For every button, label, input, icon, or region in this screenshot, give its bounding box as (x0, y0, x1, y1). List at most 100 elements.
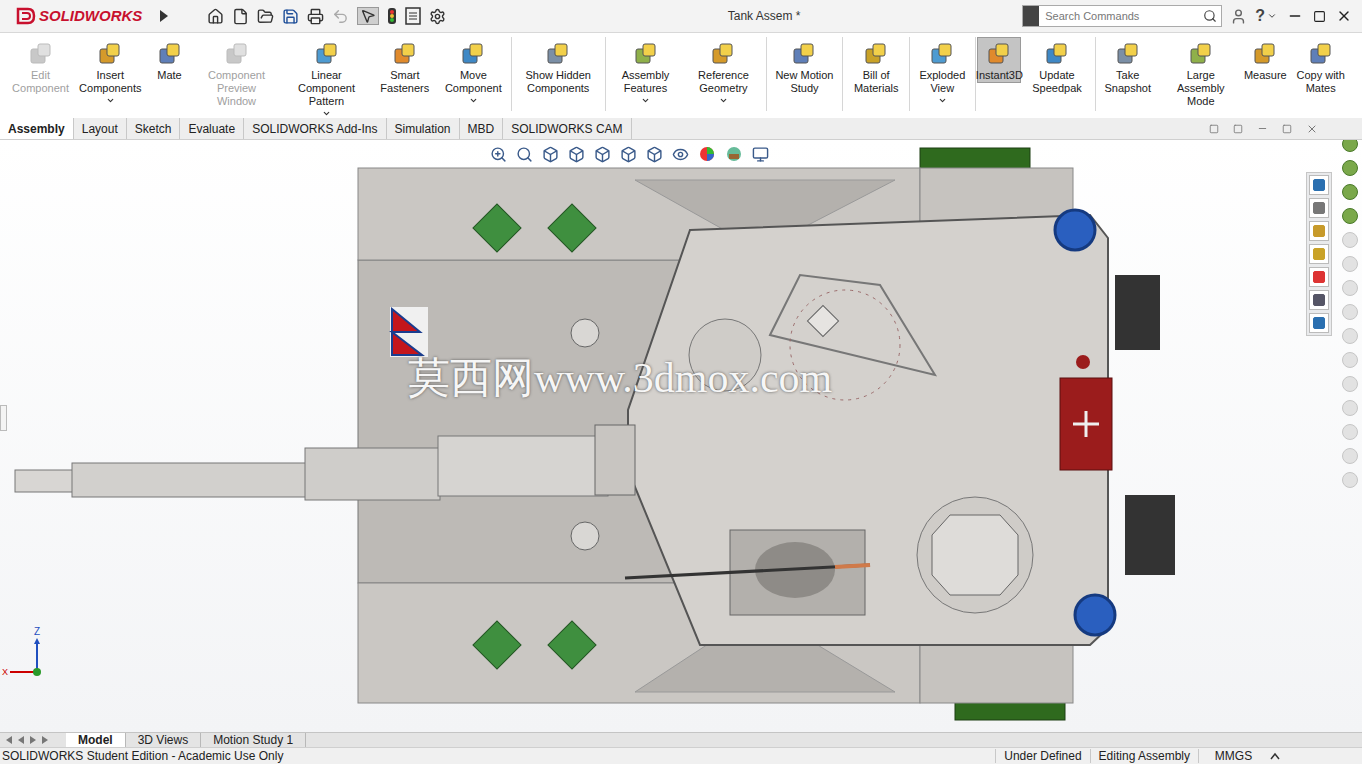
command-tab[interactable]: Simulation (387, 118, 460, 139)
right-toolbar-icon[interactable] (1342, 232, 1358, 248)
bottom-tab[interactable]: Motion Study 1 (201, 733, 306, 747)
ribbon-button[interactable]: Exploded View (912, 37, 973, 106)
command-tab[interactable]: SOLIDWORKS Add-Ins (244, 118, 386, 139)
right-toolbar-icon[interactable] (1342, 304, 1358, 320)
dropdown-arrow-icon[interactable] (469, 96, 478, 105)
ribbon-button[interactable]: Insert Components (73, 37, 147, 106)
left-panel-handle[interactable] (0, 405, 7, 431)
command-tab[interactable]: Sketch (127, 118, 181, 139)
ribbon-button[interactable]: Instant3D (977, 37, 1021, 83)
select-button[interactable] (357, 7, 379, 25)
tank-model[interactable] (0, 140, 1362, 732)
right-toolbar-icon[interactable] (1342, 184, 1358, 200)
ribbon-button[interactable]: Move Component (438, 37, 508, 106)
tab-scroll-icon[interactable] (16, 735, 26, 745)
command-tab[interactable]: Assembly (0, 118, 74, 139)
dropdown-arrow-icon[interactable] (106, 96, 115, 105)
tab-scroll-icon[interactable] (28, 735, 38, 745)
task-pane-tab[interactable] (1309, 313, 1329, 333)
tile-right-icon[interactable] (1233, 124, 1243, 134)
view-settings-icon[interactable] (752, 146, 769, 163)
right-toolbar-icon[interactable] (1342, 208, 1358, 224)
display-style-icon[interactable] (646, 146, 663, 163)
dropdown-arrow-icon[interactable] (938, 96, 947, 105)
ribbon-button[interactable]: Assembly Features (608, 37, 683, 106)
right-toolbar-icon[interactable] (1342, 140, 1358, 152)
right-toolbar-icon[interactable] (1342, 280, 1358, 296)
ribbon-button[interactable]: Mate (148, 37, 192, 83)
rebuild-icon[interactable] (387, 7, 397, 25)
ribbon-button[interactable]: Bill of Materials (845, 37, 907, 96)
ribbon-button[interactable]: New Motion Study (768, 37, 840, 96)
help-button[interactable]: ? (1255, 4, 1265, 28)
ribbon-button[interactable]: Edit Component (8, 37, 73, 96)
home-icon[interactable] (207, 8, 224, 25)
file-properties-icon[interactable] (405, 7, 421, 25)
appearance-icon[interactable] (698, 145, 716, 163)
new-document-icon[interactable] (232, 8, 249, 25)
command-tab[interactable]: Layout (74, 118, 127, 139)
tab-scroll-icon[interactable] (40, 735, 50, 745)
command-tab[interactable]: Evaluate (180, 118, 244, 139)
ribbon-button[interactable]: Take Snapshot (1097, 37, 1158, 96)
section-view-icon[interactable] (568, 146, 585, 163)
expand-menu-icon[interactable] (159, 9, 169, 23)
right-toolbar-icon[interactable] (1342, 256, 1358, 272)
zoom-to-fit-icon[interactable] (490, 146, 507, 163)
graphics-area[interactable]: 莫西网www.3dmox.comZX (0, 140, 1362, 732)
right-toolbar-icon[interactable] (1342, 352, 1358, 368)
command-tab[interactable]: MBD (460, 118, 504, 139)
ribbon-button[interactable]: Smart Fasteners (372, 37, 439, 96)
right-toolbar-icon[interactable] (1342, 160, 1358, 176)
dropdown-arrow-icon[interactable] (641, 96, 650, 105)
user-icon[interactable] (1230, 8, 1247, 25)
ribbon-button[interactable]: Copy with Mates (1287, 37, 1354, 96)
minimize-icon[interactable] (1287, 8, 1303, 24)
tab-scroll-icon[interactable] (4, 735, 14, 745)
previous-view-icon[interactable] (542, 146, 559, 163)
ribbon-button[interactable]: Large Assembly Mode (1158, 37, 1243, 109)
search-box[interactable]: Search Commands (1022, 5, 1222, 27)
bottom-tab[interactable]: 3D Views (126, 733, 201, 747)
ribbon-button[interactable]: Linear Component Pattern (282, 37, 372, 119)
task-pane-tab[interactable] (1309, 175, 1329, 195)
ribbon-button[interactable]: Show Hidden Components (513, 37, 603, 96)
zoom-area-icon[interactable] (516, 146, 533, 163)
viewport-close-icon[interactable] (1306, 123, 1318, 135)
ribbon-button[interactable]: Reference Geometry (683, 37, 764, 106)
undo-icon[interactable] (332, 8, 349, 25)
task-pane-tab[interactable] (1309, 198, 1329, 218)
print-icon[interactable] (307, 8, 324, 25)
units-menu-icon[interactable] (1270, 752, 1280, 760)
dropdown-arrow-icon[interactable] (719, 96, 728, 105)
help-dropdown-icon[interactable] (1267, 11, 1277, 21)
open-icon[interactable] (257, 8, 274, 25)
bottom-tab[interactable]: Model (66, 733, 126, 747)
command-tab[interactable]: SOLIDWORKS CAM (503, 118, 631, 139)
save-icon[interactable] (282, 8, 299, 25)
options-icon[interactable] (429, 8, 446, 25)
app-logo[interactable]: SOLIDWORKS (0, 7, 155, 25)
dropdown-arrow-icon[interactable] (322, 109, 331, 118)
hide-show-icon[interactable] (672, 146, 689, 163)
view-orientation-icon[interactable] (620, 146, 637, 163)
dynamic-annotation-icon[interactable] (594, 146, 611, 163)
close-icon[interactable] (1336, 8, 1352, 24)
task-pane-tab[interactable] (1309, 290, 1329, 310)
viewport-minimize-icon[interactable] (1257, 123, 1268, 134)
right-toolbar-icon[interactable] (1342, 400, 1358, 416)
task-pane-tab[interactable] (1309, 244, 1329, 264)
task-pane-tab[interactable] (1309, 267, 1329, 287)
task-pane-tab[interactable] (1309, 221, 1329, 241)
ribbon-button[interactable]: Update Speedpak (1021, 37, 1092, 96)
right-toolbar-icon[interactable] (1342, 448, 1358, 464)
ribbon-button[interactable]: Measure (1243, 37, 1287, 83)
right-toolbar-icon[interactable] (1342, 472, 1358, 488)
right-toolbar-icon[interactable] (1342, 376, 1358, 392)
right-toolbar-icon[interactable] (1342, 424, 1358, 440)
right-toolbar-icon[interactable] (1342, 328, 1358, 344)
ribbon-button[interactable]: Component Preview Window (192, 37, 282, 109)
tile-left-icon[interactable] (1209, 124, 1219, 134)
restore-icon[interactable] (1313, 10, 1326, 23)
scene-icon[interactable] (725, 145, 743, 163)
